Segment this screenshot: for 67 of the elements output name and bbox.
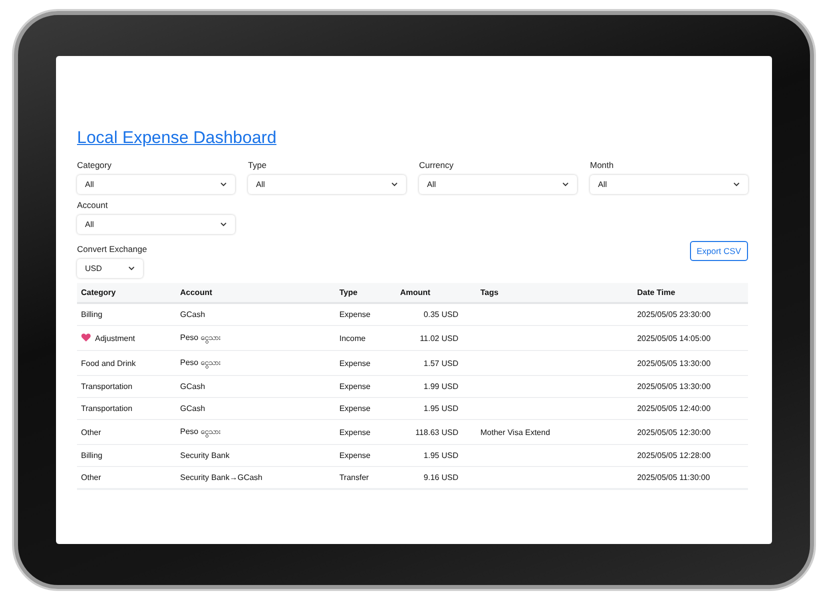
table-cell: Mother Visa Extend: [480, 428, 550, 436]
table-cell: Billing: [81, 310, 102, 319]
table-cell: GCash: [180, 404, 206, 413]
chevron-down-icon: [562, 182, 569, 187]
table-cell: 118.63 USD: [415, 428, 458, 436]
column-header: Amount: [396, 283, 476, 303]
table-cell: Expense: [339, 310, 370, 319]
chevron-down-icon: [733, 182, 740, 187]
table-cell: Expense: [339, 451, 370, 460]
table-cell: GCash: [180, 382, 206, 391]
export-button[interactable]: Export CSV: [690, 241, 748, 261]
table-cell: Adjustment: [95, 334, 136, 343]
column-header: Type: [335, 283, 396, 303]
table-cell: Peso ငွေသား: [180, 427, 222, 436]
table-cell: 1.57 USD: [424, 358, 458, 368]
chevron-down-icon: [391, 182, 398, 187]
table-cell: Transportation: [81, 382, 132, 391]
table-cell: 1.95 USD: [424, 404, 458, 413]
table-cell: 1.95 USD: [424, 451, 458, 460]
table-cell: Income: [339, 334, 366, 342]
filter-label: Category: [77, 160, 112, 170]
filter-label: Type: [248, 160, 268, 170]
select-field[interactable]: All: [77, 215, 235, 234]
table-cell: Expense: [339, 358, 370, 368]
table-cell: Security Bank: [180, 451, 230, 460]
select-field[interactable]: All: [248, 175, 406, 194]
dashboard-title[interactable]: Local Expense Dashboard: [77, 128, 276, 148]
select-field[interactable]: All: [419, 175, 577, 194]
table-cell: Expense: [339, 404, 370, 413]
table-cell: Expense: [339, 382, 370, 391]
table-cell: Other: [81, 473, 102, 482]
chevron-down-icon: [128, 266, 135, 271]
table-cell: Expense: [339, 428, 370, 436]
column-header: Tags: [476, 283, 634, 303]
table-cell: Peso ငွေသား: [180, 333, 222, 342]
table-cell: Peso ငွေသား: [180, 358, 222, 367]
filter-label: Currency: [419, 160, 454, 170]
table-cell: 2025/05/05 23:30:00: [637, 310, 711, 319]
table-cell: 1.99 USD: [424, 382, 458, 391]
select-field[interactable]: All: [77, 175, 235, 194]
filter-label: Month: [590, 160, 615, 170]
column-header: Category: [77, 283, 176, 303]
table-cell: Billing: [81, 451, 102, 460]
table-cell: Security Bank→GCash: [180, 473, 262, 482]
filter-label: Convert Exchange: [77, 244, 147, 254]
table-cell: Other: [81, 428, 102, 436]
table-cell: Transfer: [339, 473, 369, 482]
table-cell: 2025/05/05 12:30:00: [637, 428, 711, 436]
table-cell: 9.16 USD: [424, 473, 458, 482]
table-cell: 2025/05/05 13:30:00: [637, 358, 711, 368]
table-cell: 2025/05/05 12:40:00: [637, 404, 711, 413]
table-cell: GCash: [180, 310, 206, 319]
table-cell: Transportation: [81, 404, 132, 413]
table-cell: 11.02 USD: [420, 334, 458, 342]
select-field[interactable]: All: [590, 175, 748, 194]
table-cell: Food and Drink: [81, 358, 136, 368]
chevron-down-icon: [220, 182, 227, 187]
column-header: Date Time: [633, 283, 748, 303]
column-header: Account: [176, 283, 336, 303]
currency-select[interactable]: USD: [77, 259, 143, 278]
table-cell: 2025/05/05 12:28:00: [637, 451, 711, 460]
table-cell: 2025/05/05 11:30:00: [637, 473, 710, 482]
table-cell: 2025/05/05 14:05:00: [637, 334, 711, 342]
table-cell: 2025/05/05 13:30:00: [637, 382, 711, 391]
table-cell: 0.35 USD: [424, 310, 458, 319]
chevron-down-icon: [220, 222, 227, 227]
filter-label: Account: [77, 200, 109, 210]
